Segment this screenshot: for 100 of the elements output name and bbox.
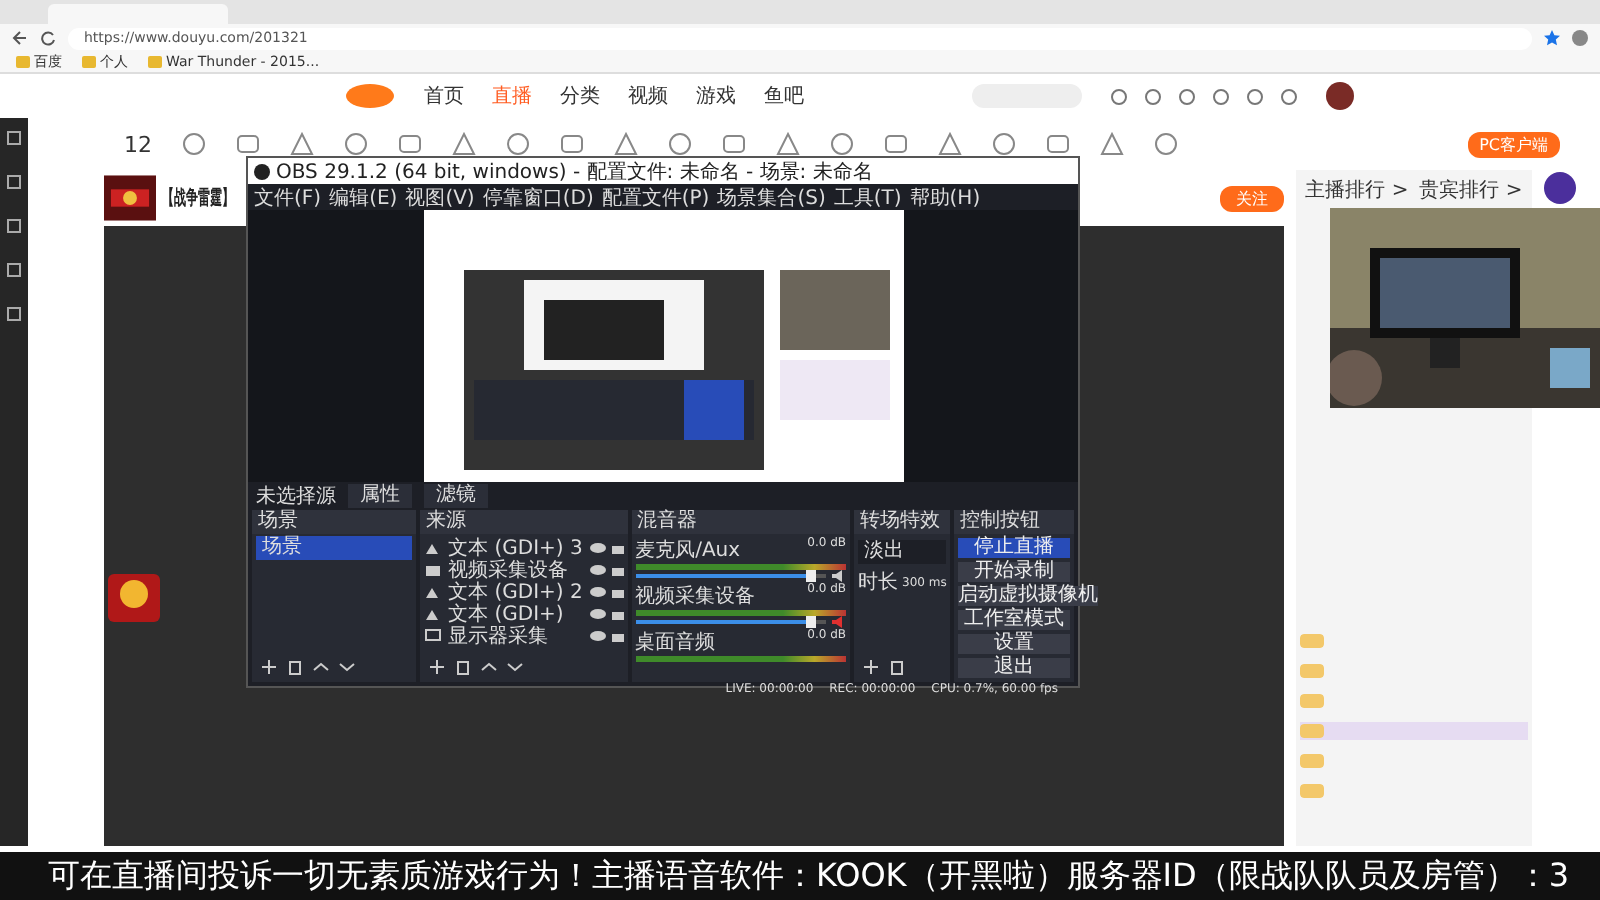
folder-icon (148, 56, 162, 68)
ticker-text: 可在直播间投诉一切无素质游戏行为！主播语音软件：KOOK（开黑啦）服务器ID（限战队队员及房管）：3 (0, 852, 1600, 900)
sidebar-icon[interactable] (6, 262, 22, 278)
sidebar-icon[interactable] (6, 306, 22, 322)
triangle-icon[interactable] (290, 132, 314, 156)
promo-avatar[interactable] (1544, 172, 1576, 204)
sidebar-icon[interactable] (6, 174, 22, 190)
nav-tab[interactable]: 视频 (628, 82, 668, 110)
follow-count: 12 (124, 131, 152, 157)
menu-item[interactable]: 帮助(H) (909, 183, 981, 211)
control-button[interactable]: 退出 (958, 658, 1070, 678)
user-avatar[interactable] (1326, 82, 1354, 110)
menu-item[interactable]: 配置文件(P) (601, 183, 710, 211)
circle-icon[interactable] (344, 132, 368, 156)
channel-name: 桌面音频 (635, 629, 716, 656)
source-item[interactable]: 文本 (GDI+) 2 (448, 577, 584, 605)
monitor-icon (424, 627, 443, 643)
control-button[interactable]: 停止直播 (958, 538, 1070, 558)
source-item[interactable]: 文本 (GDI+) 3 (448, 533, 584, 561)
circle-icon[interactable] (506, 132, 530, 156)
room-title: 【战争雷霆】 (162, 185, 234, 212)
menu-item[interactable]: 工具(T) (833, 183, 902, 211)
circle-icon[interactable] (992, 132, 1016, 156)
square-icon[interactable] (236, 132, 260, 156)
duration-label: 时长 (858, 569, 898, 596)
dock-title: 控制按钮 (954, 510, 1074, 534)
square-icon[interactable] (884, 132, 908, 156)
down-icon[interactable] (506, 658, 525, 676)
square-icon[interactable] (560, 132, 584, 156)
plus-icon[interactable] (428, 658, 447, 676)
triangle-icon[interactable] (1100, 132, 1124, 156)
trash-icon[interactable] (888, 658, 906, 676)
level-badge-icon (1300, 634, 1324, 648)
source-item[interactable]: 文本 (GDI+) (448, 599, 584, 627)
dock-title: 转场特效 (854, 510, 950, 534)
rank-tab[interactable]: 主播排行 > (1305, 176, 1409, 204)
channel-name: 麦克风/Aux (635, 537, 741, 564)
nav-tab[interactable]: 分类 (560, 82, 600, 110)
star-icon[interactable] (1544, 30, 1560, 46)
control-button[interactable]: 开始录制 (958, 562, 1070, 582)
dock-title: 混音器 (631, 510, 850, 534)
folder-icon (16, 56, 30, 68)
trash-icon[interactable] (286, 658, 304, 676)
slider-thumb[interactable] (806, 616, 817, 628)
trash-icon[interactable] (454, 658, 473, 676)
sidebar-icon[interactable] (6, 130, 22, 146)
control-button[interactable]: 工作室模式 (958, 610, 1070, 630)
dock-title: 来源 (420, 510, 628, 534)
source-status: 未选择源 (256, 483, 336, 509)
menu-item[interactable]: 编辑(E) (329, 183, 398, 211)
square-icon[interactable] (1046, 132, 1070, 156)
dock-title: 场景 (252, 510, 417, 534)
triangle-icon[interactable] (452, 132, 476, 156)
triangle-icon[interactable] (614, 132, 638, 156)
back-icon[interactable] (12, 30, 28, 46)
control-button[interactable]: 设置 (958, 634, 1070, 654)
level-badge-icon (1300, 664, 1324, 678)
nav-tab[interactable]: 鱼吧 (764, 82, 804, 110)
level-badge-icon (1300, 754, 1324, 768)
menu-item[interactable]: 停靠窗口(D) (482, 183, 594, 211)
camera-icon (424, 561, 443, 577)
plus-icon[interactable] (862, 658, 880, 676)
square-icon[interactable] (398, 132, 422, 156)
channel-name: 视频采集设备 (635, 583, 756, 610)
plus-icon[interactable] (260, 658, 278, 676)
toolbar-button[interactable]: 属性 (348, 484, 412, 508)
source-item[interactable]: 显示器采集 (448, 621, 584, 649)
window-title: OBS 29.1.2 (64 bit, windows) - 配置文件: 未命名 - 场景: 未命名 (276, 159, 873, 185)
obs-logo-icon (254, 163, 270, 179)
reload-icon[interactable] (40, 30, 56, 46)
circle-icon[interactable] (830, 132, 854, 156)
circle-icon[interactable] (668, 132, 692, 156)
square-icon[interactable] (722, 132, 746, 156)
nav-tab[interactable]: 首页 (424, 82, 464, 110)
up-icon[interactable] (480, 658, 499, 676)
source-item[interactable]: 视频采集设备 (448, 555, 584, 583)
rank-tab[interactable]: 贵宾排行 > (1419, 176, 1523, 204)
folder-icon (82, 56, 96, 68)
level-badge-icon (1300, 694, 1324, 708)
scene-item[interactable]: 场景 (256, 536, 413, 560)
circle-icon[interactable] (182, 132, 206, 156)
menu-item[interactable]: 文件(F) (254, 183, 322, 211)
text-icon (424, 539, 443, 555)
circle-icon[interactable] (1154, 132, 1178, 156)
triangle-icon[interactable] (938, 132, 962, 156)
triangle-icon[interactable] (776, 132, 800, 156)
down-icon[interactable] (338, 658, 356, 676)
up-icon[interactable] (312, 658, 330, 676)
menu-item[interactable]: 视图(V) (405, 183, 475, 211)
toolbar-button[interactable]: 滤镜 (424, 484, 488, 508)
slider-thumb[interactable] (806, 570, 817, 582)
level-badge-icon (1300, 784, 1324, 798)
level-badge-icon (1300, 724, 1324, 738)
profile-icon[interactable] (1572, 30, 1588, 46)
sidebar-icon[interactable] (6, 218, 22, 234)
logo-icon[interactable] (344, 82, 396, 110)
transition-select[interactable]: 淡出 (858, 540, 946, 564)
control-button[interactable]: 启动虚拟摄像机 (958, 586, 1098, 606)
menu-item[interactable]: 场景集合(S) (717, 183, 826, 211)
nav-tab[interactable]: 游戏 (696, 82, 736, 110)
